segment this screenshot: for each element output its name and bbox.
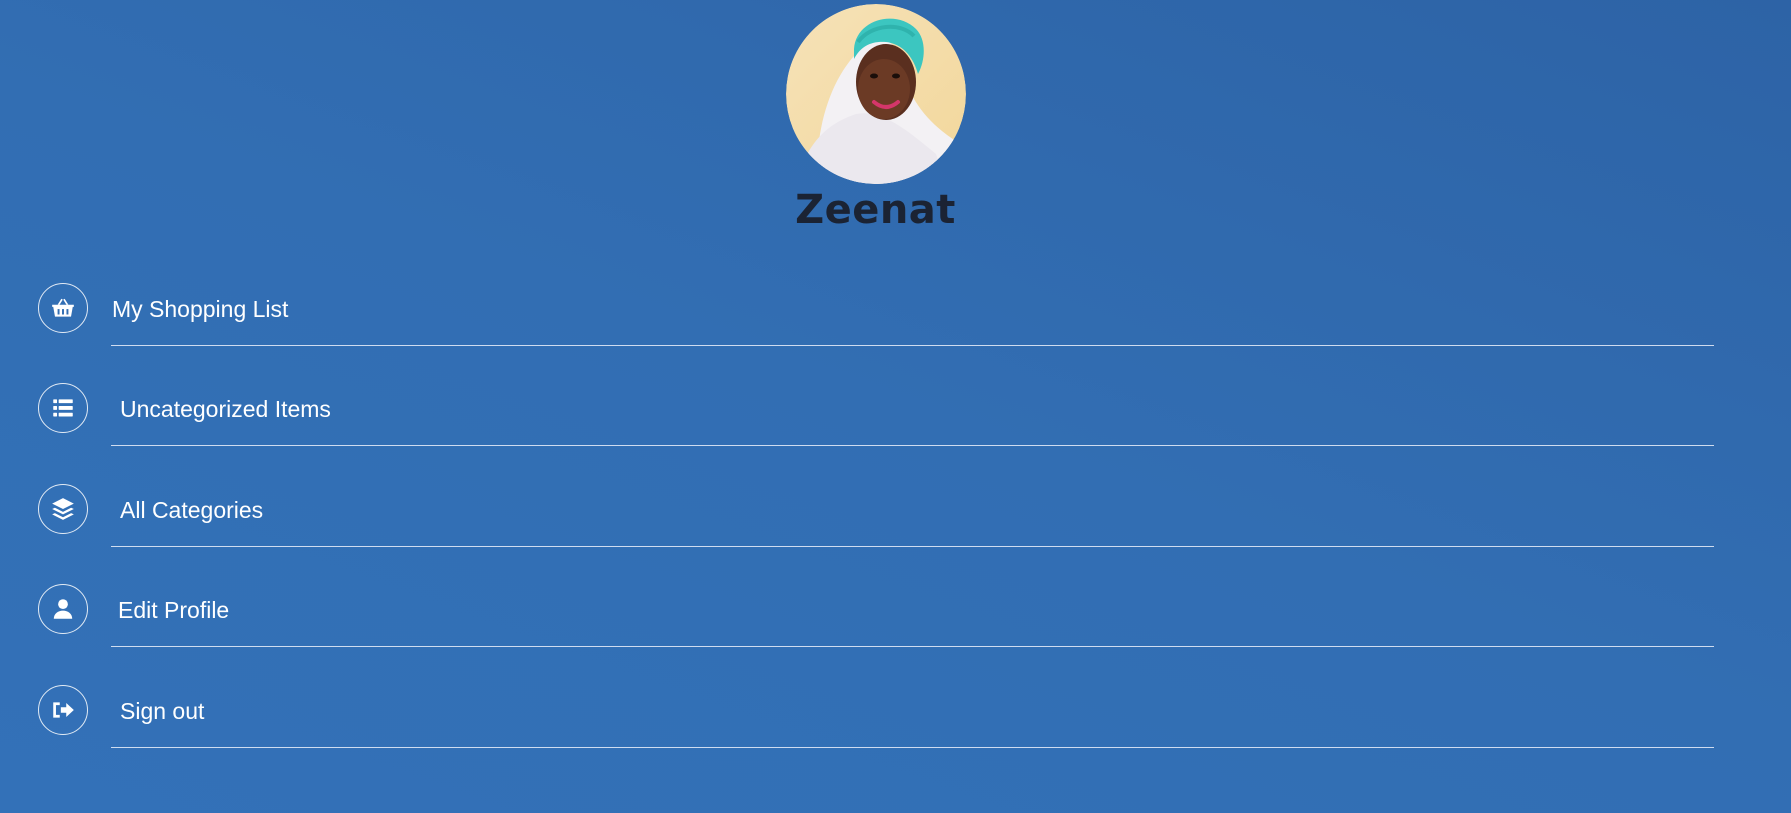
divider [111,345,1714,346]
menu-item-edit-profile[interactable]: Edit Profile [38,584,1714,647]
menu-item-label: Sign out [120,698,205,724]
divider [111,747,1714,748]
menu-item-my-shopping-list[interactable]: My Shopping List [38,283,1714,346]
sign-out-icon [38,685,88,735]
basket-icon [38,283,88,333]
menu-item-label: All Categories [120,497,264,523]
menu-item-label: My Shopping List [112,296,289,322]
menu-item-uncategorized-items[interactable]: Uncategorized Items [38,383,1714,446]
menu-item-sign-out[interactable]: Sign out [38,685,1714,748]
list-icon [38,383,88,433]
menu-list: My Shopping List Uncategorized Items All… [0,0,1791,813]
divider [111,546,1714,547]
divider [111,445,1714,446]
menu-item-label: Uncategorized Items [120,396,331,422]
menu-item-all-categories[interactable]: All Categories [38,484,1714,547]
layers-icon [38,484,88,534]
menu-item-label: Edit Profile [118,597,230,623]
divider [111,646,1714,647]
user-icon [38,584,88,634]
